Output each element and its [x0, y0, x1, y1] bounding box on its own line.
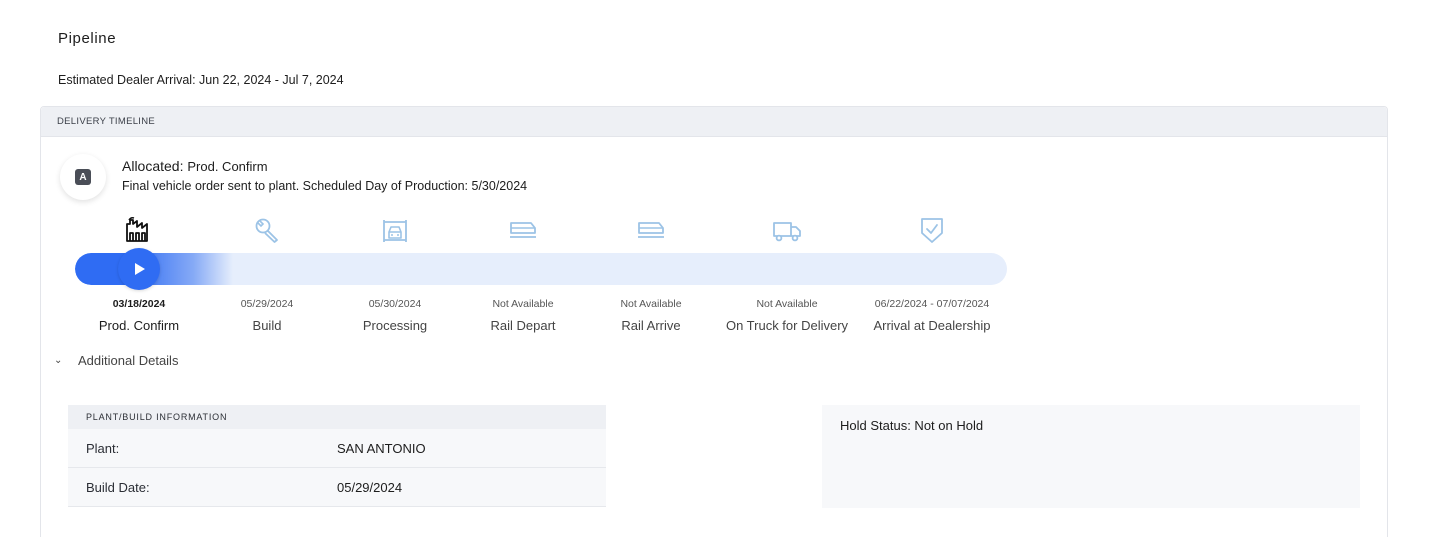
build-date-key: Build Date:	[86, 479, 150, 495]
status-badge: A	[75, 169, 91, 185]
status-title: Allocated:	[122, 158, 184, 174]
step-label: On Truck for Delivery	[725, 318, 849, 333]
progress-knob[interactable]	[118, 248, 160, 290]
shield-check-icon	[917, 215, 947, 245]
factory-icon	[124, 215, 154, 245]
progress-track	[75, 253, 1007, 285]
rail-icon	[636, 215, 666, 245]
estimated-arrival: Estimated Dealer Arrival: Jun 22, 2024 -…	[58, 73, 344, 87]
rail-icon	[508, 215, 538, 245]
build-date-value: 05/29/2024	[337, 479, 403, 495]
plant-build-header: PLANT/BUILD INFORMATION	[68, 405, 606, 429]
step-label: Rail Arrive	[621, 318, 681, 333]
plant-build-panel: PLANT/BUILD INFORMATION Plant: SAN ANTON…	[68, 405, 606, 507]
step-date: Not Available	[620, 298, 682, 310]
plant-row: Plant: SAN ANTONIO	[68, 429, 606, 468]
status-description: Final vehicle order sent to plant. Sched…	[122, 179, 528, 193]
processing-icon	[380, 215, 410, 245]
card-header: DELIVERY TIMELINE	[41, 107, 1387, 137]
step-label: Arrival at Dealership	[873, 318, 991, 333]
hold-status-text: Hold Status: Not on Hold	[840, 418, 984, 433]
chevron-down-icon: ⌄	[54, 355, 63, 366]
status-stage: Prod. Confirm	[187, 159, 268, 174]
step-date: 06/22/2024 - 07/07/2024	[874, 298, 990, 310]
status-title-line: Allocated: Prod. Confirm	[122, 158, 268, 174]
plant-key: Plant:	[86, 440, 120, 456]
status-avatar: A	[60, 154, 106, 200]
additional-details-label: Additional Details	[78, 353, 179, 368]
hold-status-panel: Hold Status: Not on Hold	[822, 405, 1360, 508]
wrench-icon	[252, 215, 282, 245]
delivery-timeline-card: DELIVERY TIMELINE A Allocated: Prod. Con…	[40, 106, 1388, 537]
truck-icon	[772, 215, 802, 245]
build-date-row: Build Date: 05/29/2024	[68, 468, 606, 507]
additional-details-toggle[interactable]: ⌄ Additional Details	[54, 353, 178, 368]
plant-value: SAN ANTONIO	[337, 440, 426, 456]
step-date: Not Available	[756, 298, 818, 310]
page-title: Pipeline	[58, 30, 117, 47]
play-icon	[135, 263, 145, 275]
